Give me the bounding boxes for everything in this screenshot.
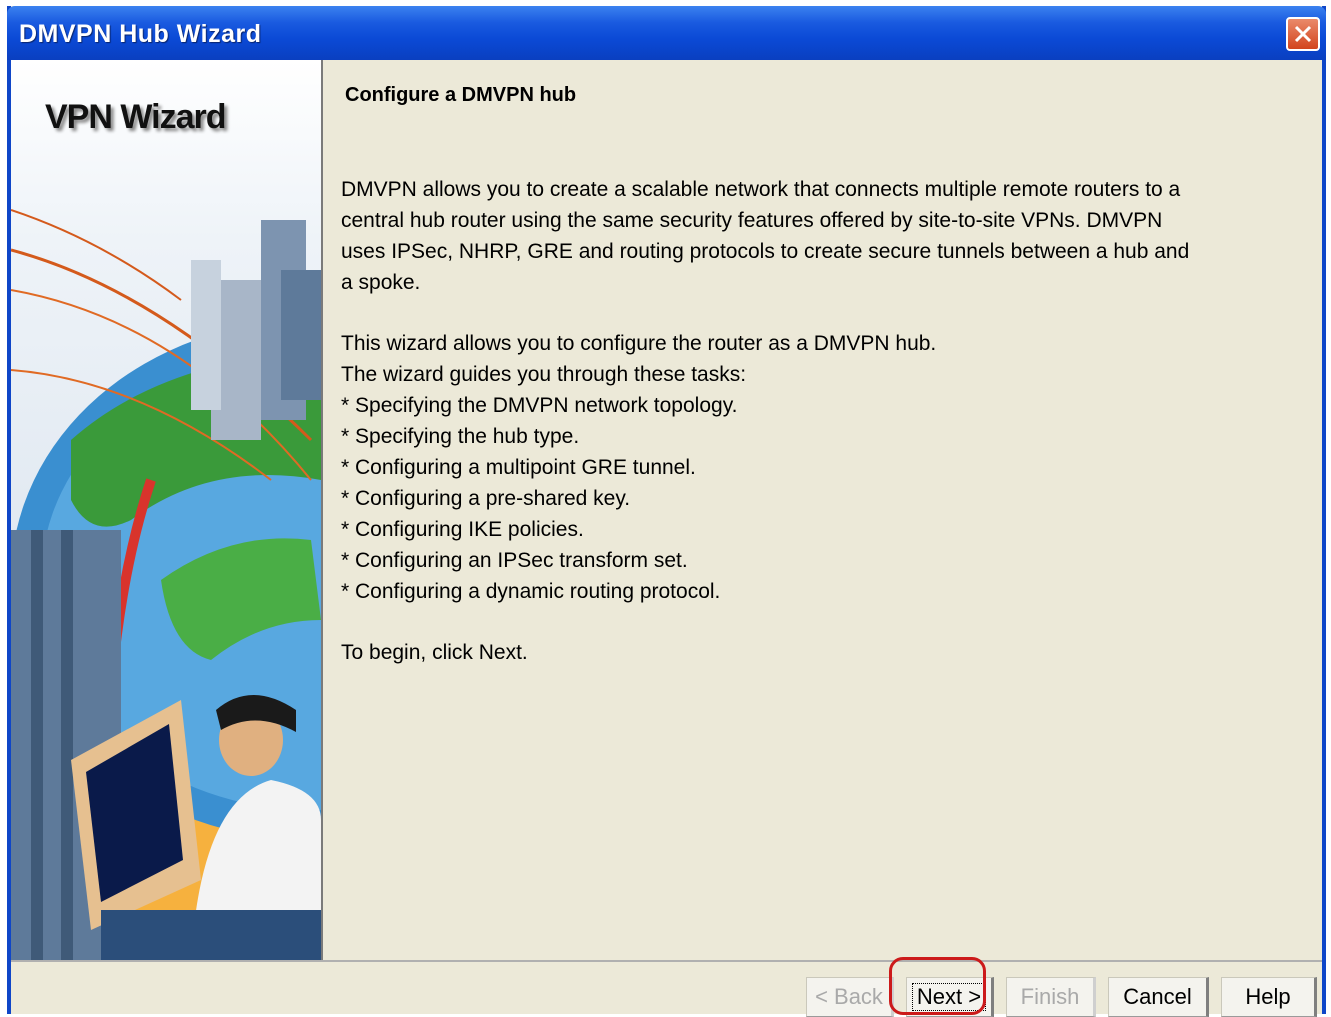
close-icon — [1294, 25, 1312, 43]
wizard-illustration — [11, 209, 321, 960]
task-item: * Specifying the hub type. — [341, 425, 580, 448]
help-button[interactable]: Help — [1221, 977, 1317, 1017]
closing-instruction: To begin, click Next. — [341, 641, 528, 664]
back-button[interactable]: < Back — [806, 977, 894, 1017]
intro-line: a spoke. — [341, 271, 421, 294]
finish-button[interactable]: Finish — [1006, 977, 1096, 1017]
task-item: * Configuring a multipoint GRE tunnel. — [341, 456, 696, 479]
task-item: * Configuring IKE policies. — [341, 518, 584, 541]
next-button[interactable]: Next > — [906, 977, 994, 1017]
intro-line: central hub router using the same securi… — [341, 209, 1163, 232]
intro-line: uses IPSec, NHRP, GRE and routing protoc… — [341, 240, 1190, 263]
cancel-button[interactable]: Cancel — [1108, 977, 1209, 1017]
window-title: DMVPN Hub Wizard — [19, 20, 262, 48]
wizard-window: DMVPN Hub Wizard VPN Wizard Configure a … — [7, 6, 1326, 1017]
button-bar: < Back Next > Finish Cancel Help — [11, 960, 1322, 1017]
task-item: * Configuring an IPSec transform set. — [341, 549, 688, 572]
task-item: * Specifying the DMVPN network topology. — [341, 394, 738, 417]
tasks-intro-line: The wizard guides you through these task… — [341, 363, 747, 386]
title-bar[interactable]: DMVPN Hub Wizard — [7, 6, 1326, 60]
task-item: * Configuring a dynamic routing protocol… — [341, 580, 721, 603]
intro-line: DMVPN allows you to create a scalable ne… — [341, 178, 1181, 201]
close-button[interactable] — [1286, 17, 1320, 51]
description: DMVPN allows you to create a scalable ne… — [341, 174, 1311, 668]
tasks-intro-line: This wizard allows you to configure the … — [341, 332, 937, 355]
wizard-content: Configure a DMVPN hub DMVPN allows you t… — [323, 60, 1322, 960]
page-title: Configure a DMVPN hub — [345, 84, 577, 106]
task-item: * Configuring a pre-shared key. — [341, 487, 631, 510]
sidebar-title: VPN Wizard — [45, 98, 227, 136]
wizard-sidebar: VPN Wizard — [11, 60, 323, 960]
focus-ring — [912, 983, 986, 1011]
